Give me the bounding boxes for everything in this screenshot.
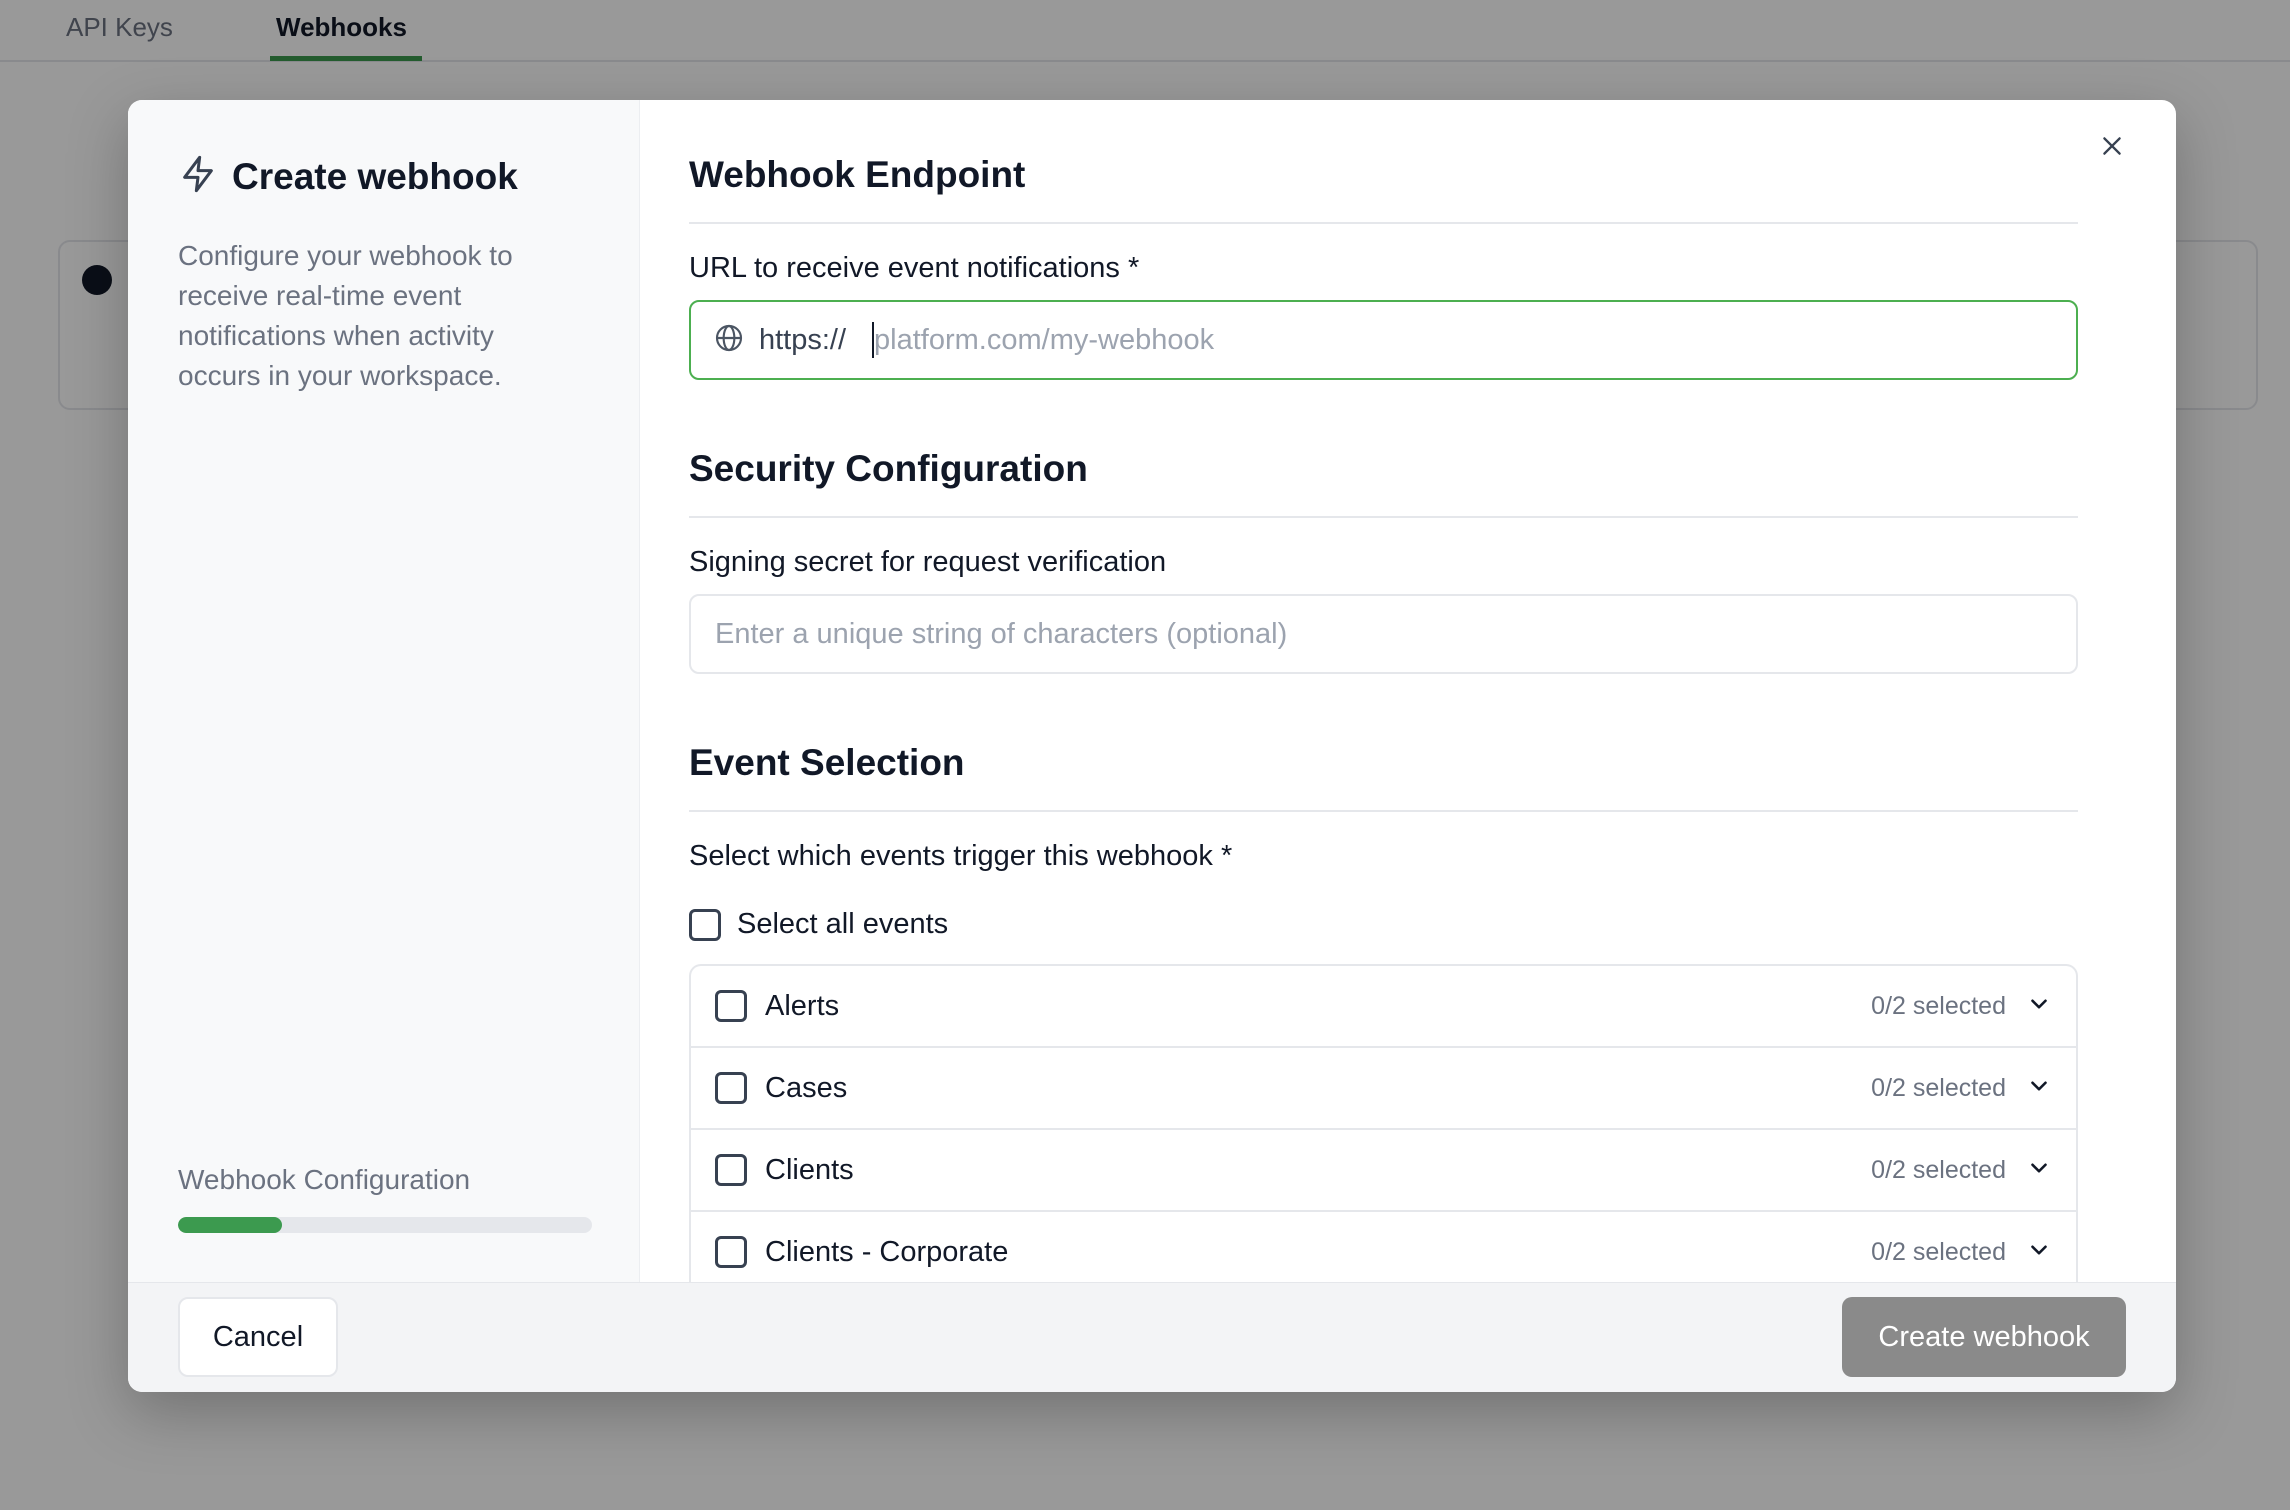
chevron-down-icon[interactable] xyxy=(2026,1073,2052,1104)
section-title-endpoint: Webhook Endpoint xyxy=(689,154,1026,195)
select-all-events[interactable]: Select all events xyxy=(689,908,948,941)
event-row-cases[interactable]: Cases 0/2 selected xyxy=(691,1048,2076,1130)
event-checkbox[interactable] xyxy=(715,990,747,1022)
close-button[interactable] xyxy=(2092,128,2132,168)
chevron-down-icon[interactable] xyxy=(2026,1155,2052,1186)
create-webhook-button[interactable]: Create webhook xyxy=(1842,1297,2126,1377)
modal-footer: Cancel Create webhook xyxy=(128,1282,2176,1392)
event-name: Clients - Corporate xyxy=(765,1235,1009,1268)
progress-bar-fill xyxy=(178,1217,282,1233)
secret-placeholder: Enter a unique string of characters (opt… xyxy=(715,617,1288,650)
event-list: Alerts 0/2 selected Cases 0/2 selected C… xyxy=(689,964,2078,1282)
chevron-down-icon[interactable] xyxy=(2026,991,2052,1022)
url-input[interactable]: https:// platform.com/my-webhook xyxy=(689,300,2078,380)
url-field-label: URL to receive event notifications * xyxy=(689,252,1140,284)
event-name: Clients xyxy=(765,1153,854,1186)
url-placeholder: platform.com/my-webhook xyxy=(874,323,1215,356)
event-row-alerts[interactable]: Alerts 0/2 selected xyxy=(691,966,2076,1048)
divider xyxy=(689,516,2078,518)
modal-form: Webhook Endpoint URL to receive event no… xyxy=(689,100,2079,1282)
globe-icon xyxy=(713,322,745,359)
event-checkbox[interactable] xyxy=(715,1072,747,1104)
section-title-events: Event Selection xyxy=(689,742,965,783)
event-selected-count: 0/2 selected xyxy=(1871,991,2006,1020)
signing-secret-input[interactable]: Enter a unique string of characters (opt… xyxy=(689,594,2078,674)
select-all-checkbox[interactable] xyxy=(689,908,721,941)
divider xyxy=(689,810,2078,812)
close-icon xyxy=(2099,133,2125,164)
modal-description: Configure your webhook to receive real-t… xyxy=(178,240,513,391)
event-name: Cases xyxy=(765,1071,848,1104)
modal-sidebar: Create webhook Configure your webhook to… xyxy=(128,100,640,1282)
select-all-label: Select all events xyxy=(737,908,949,940)
divider xyxy=(689,222,2078,224)
secret-field-label: Signing secret for request verification xyxy=(689,546,1167,578)
event-checkbox[interactable] xyxy=(715,1154,747,1186)
modal-header: Create webhook xyxy=(178,154,518,199)
event-row-clients-corporate[interactable]: Clients - Corporate 0/2 selected xyxy=(691,1212,2076,1282)
events-field-label: Select which events trigger this webhook… xyxy=(689,840,1233,872)
cancel-button[interactable]: Cancel xyxy=(178,1297,338,1377)
progress-bar xyxy=(178,1217,592,1233)
chevron-down-icon[interactable] xyxy=(2026,1237,2052,1268)
event-selected-count: 0/2 selected xyxy=(1871,1073,2006,1102)
section-title-security: Security Configuration xyxy=(689,448,1088,489)
event-checkbox[interactable] xyxy=(715,1236,747,1268)
event-row-clients[interactable]: Clients 0/2 selected xyxy=(691,1130,2076,1212)
url-prefix: https:// xyxy=(759,323,847,356)
modal-title: Create webhook xyxy=(232,155,518,197)
create-webhook-modal: Create webhook Configure your webhook to… xyxy=(128,100,2176,1392)
event-name: Alerts xyxy=(765,989,840,1022)
event-selected-count: 0/2 selected xyxy=(1871,1155,2006,1184)
lightning-bolt-icon xyxy=(178,154,218,199)
progress-label: Webhook Configuration xyxy=(178,1164,471,1195)
event-selected-count: 0/2 selected xyxy=(1871,1237,2006,1266)
